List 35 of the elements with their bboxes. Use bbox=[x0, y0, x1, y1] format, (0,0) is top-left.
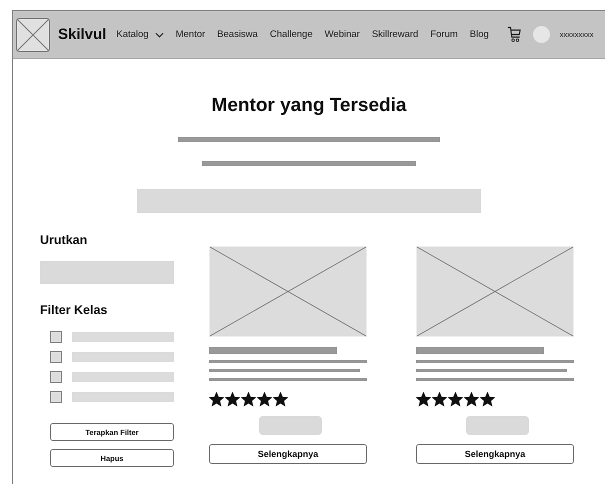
star-icon bbox=[241, 392, 256, 407]
checkbox[interactable] bbox=[50, 371, 62, 383]
checkbox[interactable] bbox=[50, 331, 62, 343]
sort-field[interactable] bbox=[40, 261, 174, 284]
chevron-down-icon bbox=[154, 32, 164, 38]
tag-placeholder bbox=[259, 416, 322, 435]
nav-dropdown[interactable]: Katalog bbox=[116, 29, 164, 40]
nav-link[interactable]: Skillreward bbox=[372, 29, 418, 40]
nav-link[interactable]: Challenge bbox=[270, 29, 313, 40]
star-icon bbox=[448, 392, 463, 407]
nav-link[interactable]: Beasiswa bbox=[217, 29, 258, 40]
sort-label: Urutkan bbox=[40, 233, 88, 247]
checkbox[interactable] bbox=[50, 391, 62, 403]
tag-placeholder bbox=[466, 416, 529, 435]
star-icon bbox=[225, 392, 240, 407]
star-icon bbox=[273, 392, 288, 407]
page-title: Mentor yang Tersedia bbox=[210, 95, 408, 117]
details-button[interactable]: Selengkapnya bbox=[209, 444, 367, 464]
star-icon bbox=[480, 392, 495, 407]
avatar[interactable] bbox=[532, 26, 550, 43]
star-icon bbox=[257, 392, 272, 407]
checkbox[interactable] bbox=[50, 351, 62, 363]
nav-link[interactable]: Mentor bbox=[176, 29, 206, 40]
cart-icon[interactable] bbox=[506, 26, 521, 43]
nav-link[interactable]: Blog bbox=[470, 29, 489, 40]
nav-link[interactable]: Forum bbox=[430, 29, 458, 40]
brand-name[interactable]: Skilvul bbox=[58, 26, 106, 43]
star-icon bbox=[464, 392, 479, 407]
star-icon bbox=[416, 392, 431, 407]
star-icon bbox=[432, 392, 447, 407]
filter-label: Filter Kelas bbox=[40, 303, 108, 317]
image-placeholder-icon bbox=[16, 18, 50, 52]
details-button[interactable]: Selengkapnya bbox=[416, 444, 574, 464]
nav-link[interactable]: Webinar bbox=[324, 29, 360, 40]
star-icon bbox=[209, 392, 224, 407]
